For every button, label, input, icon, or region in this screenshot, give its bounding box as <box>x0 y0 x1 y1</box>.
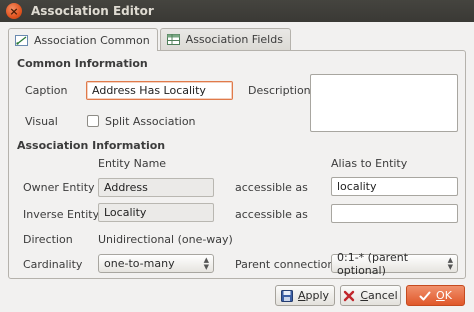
owner-entity-value: Address <box>104 181 148 194</box>
inverse-entity-field: Locality <box>98 203 214 222</box>
window-title: Association Editor <box>31 4 154 18</box>
alias-to-entity-header: Alias to Entity <box>331 157 408 170</box>
apply-button[interactable]: Apply <box>275 285 335 306</box>
association-icon <box>15 34 28 46</box>
split-association-checkbox[interactable] <box>87 115 99 127</box>
inverse-entity-label: Inverse Entity <box>23 208 100 221</box>
tab-label: Association Common <box>34 33 150 47</box>
parent-connection-value: 0:1-* (parent optional) <box>337 250 409 277</box>
close-window-button[interactable]: × <box>6 3 22 19</box>
tab-panel: Common Information Caption Address Has L… <box>8 50 466 279</box>
owner-entity-field: Address <box>98 178 214 197</box>
parent-connection-select[interactable]: 0:1-* (parent optional) ▲ ▼ <box>331 251 458 277</box>
tab-label: Association Fields <box>185 33 283 46</box>
owner-alias-value: locality <box>337 180 377 193</box>
inverse-accessible-as-label: accessible as <box>235 208 308 221</box>
inverse-alias-input[interactable] <box>331 204 458 223</box>
spinner-arrows-icon: ▲ ▼ <box>203 256 209 271</box>
owner-entity-label: Owner Entity <box>23 181 95 194</box>
tab-association-common[interactable]: Association Common <box>8 28 158 51</box>
close-icon: × <box>9 4 19 18</box>
cancel-label: Cancel <box>360 289 398 302</box>
save-icon <box>280 289 293 302</box>
table-icon <box>166 34 180 45</box>
ok-button[interactable]: OK <box>406 285 465 306</box>
parent-connection-label: Parent connection <box>235 258 335 271</box>
owner-accessible-as-label: accessible as <box>235 181 308 194</box>
caption-label: Caption <box>25 84 68 97</box>
caption-input[interactable]: Address Has Locality <box>86 81 233 100</box>
owner-alias-input[interactable]: locality <box>331 177 458 196</box>
cardinality-value: one-to-many <box>104 257 175 270</box>
common-information-heading: Common Information <box>17 57 148 70</box>
spinner-arrows-icon: ▲ ▼ <box>447 256 453 271</box>
split-association-label[interactable]: Split Association <box>105 115 196 128</box>
tab-association-fields[interactable]: Association Fields <box>159 28 291 50</box>
caption-value: Address Has Locality <box>92 84 206 97</box>
direction-value: Unidirectional (one-way) <box>98 233 233 246</box>
inverse-entity-value: Locality <box>104 206 147 219</box>
entity-name-header: Entity Name <box>98 157 167 170</box>
apply-label: Apply <box>297 289 330 302</box>
description-label: Description <box>248 84 311 97</box>
checkmark-icon <box>419 291 431 300</box>
tab-bar: Association Common Association Fields <box>8 28 293 51</box>
cardinality-select[interactable]: one-to-many ▲ ▼ <box>98 254 214 273</box>
title-bar: × Association Editor <box>0 0 474 22</box>
association-information-heading: Association Information <box>17 139 166 152</box>
description-textarea[interactable] <box>310 74 458 132</box>
ok-label: OK <box>436 289 452 302</box>
cardinality-label: Cardinality <box>23 258 83 271</box>
visual-label: Visual <box>25 115 58 128</box>
cancel-button[interactable]: Cancel <box>340 285 401 306</box>
direction-label: Direction <box>23 233 73 246</box>
cancel-icon <box>344 290 355 301</box>
